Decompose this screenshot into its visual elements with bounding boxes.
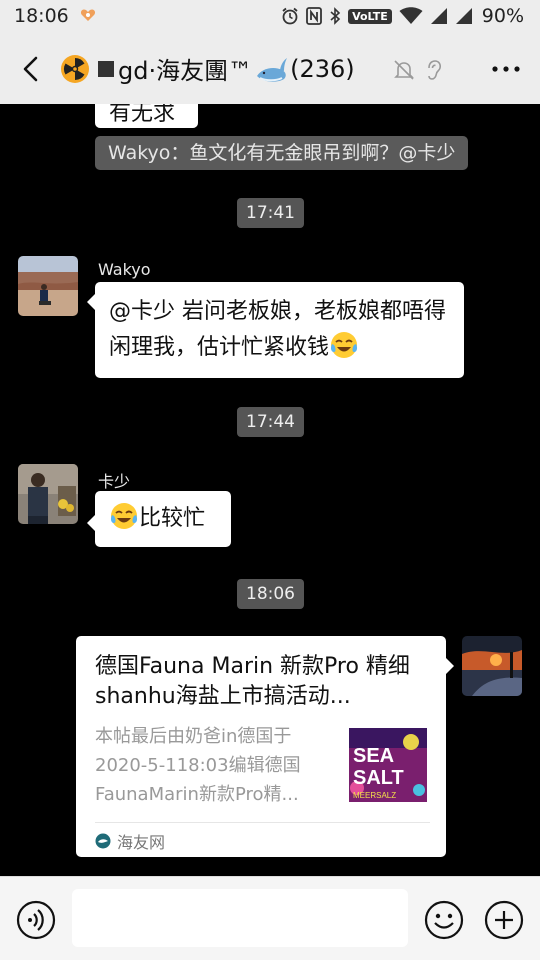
link-card-description: 本帖最后由奶爸in德国于2020-5-118:03编辑德国FaunaMarin新… xyxy=(95,726,301,805)
avatar-image xyxy=(462,636,522,696)
more-icon[interactable] xyxy=(490,60,522,78)
timestamp-2: 17:44 xyxy=(237,407,304,437)
ear-icon xyxy=(428,60,442,80)
signal-icon-1 xyxy=(430,8,447,24)
link-card-thumbnail: SEA SALT MEERSALZ xyxy=(349,728,427,802)
avatar-image xyxy=(18,256,78,316)
tears-of-joy-emoji-icon xyxy=(330,332,358,358)
signal-icon-2 xyxy=(455,8,472,24)
whale-emoji-icon xyxy=(257,57,288,82)
link-card-source: 海友网 xyxy=(95,829,165,853)
thumb-text-salt: SALT xyxy=(353,767,404,789)
site-logo-icon xyxy=(95,833,111,849)
emoji-icon[interactable] xyxy=(424,900,464,940)
message-input[interactable] xyxy=(72,889,408,947)
heart-notification-icon xyxy=(80,9,96,21)
message-text: 有无求 xyxy=(109,104,176,126)
battery-level: 90% xyxy=(481,5,524,27)
thumb-text-sea: SEA xyxy=(353,745,394,767)
avatar-image xyxy=(18,464,78,524)
plus-icon[interactable] xyxy=(484,900,524,940)
chat-header: gd·海友團™ (236) xyxy=(0,34,540,104)
timestamp-1: 17:41 xyxy=(237,198,304,228)
wifi-icon xyxy=(399,7,423,24)
quoted-message[interactable]: Wakyo：鱼文化有无金眼吊到啊？@卡少 xyxy=(95,136,469,170)
back-icon[interactable] xyxy=(14,52,48,86)
member-count: (236) xyxy=(290,54,355,83)
voice-input-icon[interactable] xyxy=(16,900,56,940)
status-time: 18:06 xyxy=(14,5,69,27)
nfc-icon xyxy=(306,7,322,25)
message-text: @卡少 岩问老板娘，老板娘都唔得闲理我，估计忙紧收钱 xyxy=(109,299,446,360)
status-icons: VoLTE 90% xyxy=(281,5,524,27)
avatar-wakyo[interactable] xyxy=(18,256,78,316)
volte-badge: VoLTE xyxy=(348,8,392,24)
divider xyxy=(95,822,430,823)
black-square-icon xyxy=(98,60,114,77)
input-bar xyxy=(0,876,540,960)
avatar-self[interactable] xyxy=(462,636,522,696)
link-card[interactable]: 德国Fauna Marin 新款Pro 精细shanhu海盐上市搞活动... 本… xyxy=(76,636,446,857)
mute-bell-icon xyxy=(394,60,414,80)
bubble-tail xyxy=(87,515,95,531)
alarm-icon xyxy=(282,7,298,25)
timestamp-3: 18:06 xyxy=(237,579,304,609)
link-card-source-name: 海友网 xyxy=(117,833,166,852)
sender-name: Wakyo xyxy=(98,260,151,279)
bubble-tail xyxy=(446,658,454,674)
link-card-title: 德国Fauna Marin 新款Pro 精细shanhu海盐上市搞活动... xyxy=(95,654,410,709)
message-bubble[interactable]: 比较忙 xyxy=(95,491,231,547)
bubble-tail xyxy=(87,294,95,310)
chat-area[interactable]: 有无求 Wakyo：鱼文化有无金眼吊到啊？@卡少 17:41 Wakyo @卡少… xyxy=(0,104,540,876)
message-bubble[interactable]: @卡少 岩问老板娘，老板娘都唔得闲理我，估计忙紧收钱 xyxy=(95,282,464,378)
status-bar: 18:06 VoLTE 90% xyxy=(0,0,540,34)
message-text: 比较忙 xyxy=(139,506,206,531)
tears-of-joy-emoji-icon xyxy=(110,503,138,529)
message-bubble-cut[interactable]: 有无求 xyxy=(95,104,198,128)
radioactive-emoji-icon xyxy=(61,54,89,83)
thumb-text-meersalz: MEERSALZ xyxy=(353,791,396,800)
bluetooth-icon xyxy=(330,7,341,25)
chat-title-text: gd·海友團™ xyxy=(118,57,253,85)
avatar-kashao[interactable] xyxy=(18,464,78,524)
chat-title[interactable]: gd·海友團™ (236) xyxy=(60,51,355,86)
sender-name: 卡少 xyxy=(98,472,131,491)
